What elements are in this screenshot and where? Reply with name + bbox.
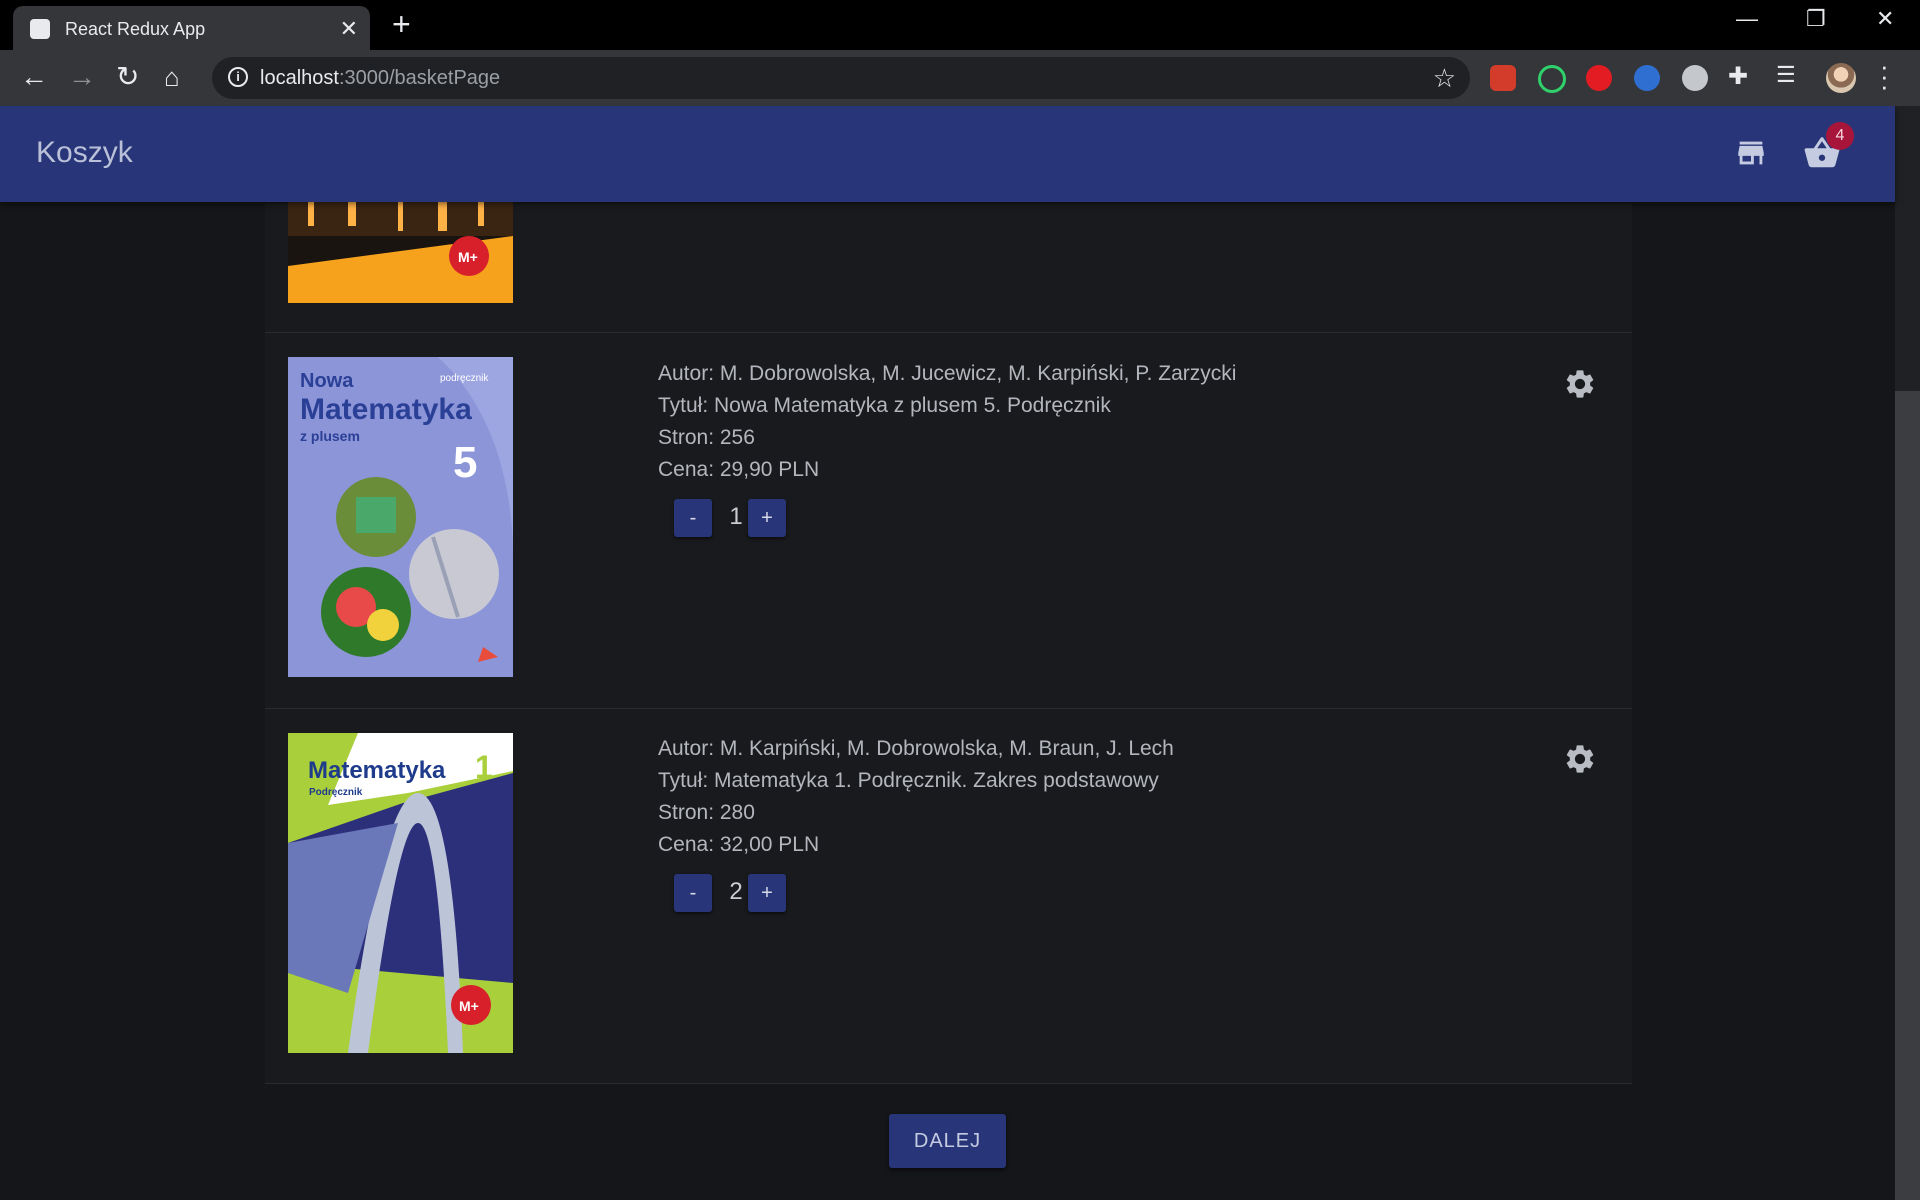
decrease-quantity-button[interactable]: - — [674, 499, 712, 537]
address-bar[interactable]: i localhost:3000/basketPage ☆ — [212, 57, 1470, 99]
extension-icon[interactable] — [1490, 65, 1516, 91]
store-icon[interactable] — [1734, 136, 1768, 170]
extension-eyes-icon[interactable] — [1634, 65, 1660, 91]
browser-tabstrip: React Redux App ✕ + — ❐ ✕ — [0, 0, 1920, 50]
decrease-quantity-button[interactable]: - — [674, 874, 712, 912]
media-control-icon[interactable]: ☰ — [1776, 62, 1796, 88]
book-price: Cena: 32,00 PLN — [658, 833, 820, 856]
profile-avatar[interactable] — [1826, 63, 1856, 93]
close-window-icon[interactable]: ✕ — [1876, 6, 1894, 32]
book-title: Tytuł: Matematyka 1. Podręcznik. Zakres … — [658, 769, 1159, 792]
extensions-puzzle-icon[interactable]: ✚ — [1728, 62, 1748, 91]
quantity-value: 1 — [729, 503, 743, 530]
cover-tag: podręcznik — [440, 373, 489, 384]
home-icon[interactable]: ⌂ — [164, 62, 180, 92]
book-author: Autor: M. Dobrowolska, M. Jucewicz, M. K… — [658, 362, 1237, 385]
react-favicon-icon — [30, 19, 50, 39]
page-title: Koszyk — [36, 136, 133, 169]
scrollbar-thumb[interactable] — [1895, 391, 1920, 1200]
gear-icon[interactable] — [1563, 367, 1597, 401]
site-info-icon[interactable]: i — [228, 67, 248, 87]
book-cover: Matematyka 1 Podręcznik M+ — [288, 733, 513, 1053]
book-price: Cena: 29,90 PLN — [658, 458, 820, 481]
book-cover: Nowa podręcznik Matematyka z plusem 5 — [288, 357, 513, 677]
cover-number: 1 — [475, 749, 493, 785]
quantity-value: 2 — [729, 878, 743, 905]
book-info: Autor: M. Karpiński, M. Dobrowolska, M. … — [658, 733, 1174, 861]
forward-arrow-icon[interactable]: → — [68, 62, 96, 92]
basket-count-badge: 4 — [1826, 122, 1854, 150]
close-tab-icon[interactable]: ✕ — [340, 16, 358, 42]
page-content: M+ Nowa podręcznik Matematyka z plusem 5 — [0, 106, 1920, 1200]
cover-line3: z plusem — [300, 428, 360, 444]
cover-line1: Nowa — [300, 370, 354, 392]
app-bar: Koszyk 4 — [0, 106, 1895, 202]
item-divider — [265, 332, 1632, 333]
cover-number: 5 — [453, 438, 477, 487]
book-info: Autor: M. Dobrowolska, M. Jucewicz, M. K… — [658, 358, 1236, 486]
svg-text:M+: M+ — [458, 249, 478, 265]
increase-quantity-button[interactable]: + — [748, 874, 786, 912]
extension-film-icon[interactable] — [1682, 65, 1708, 91]
extension-target-icon[interactable] — [1538, 65, 1566, 93]
restore-window-icon[interactable]: ❐ — [1806, 6, 1826, 32]
url-host: localhost — [260, 67, 339, 89]
book-title: Tytuł: Nowa Matematyka z plusem 5. Podrę… — [658, 394, 1111, 417]
url-path: :3000/basketPage — [338, 67, 501, 89]
browser-tab[interactable]: React Redux App ✕ — [13, 6, 370, 50]
tab-title: React Redux App — [65, 19, 206, 39]
extension-hand-icon[interactable] — [1586, 65, 1612, 91]
svg-text:M+: M+ — [459, 998, 479, 1014]
new-tab-button[interactable]: + — [392, 8, 411, 40]
gear-icon[interactable] — [1563, 742, 1597, 776]
next-button[interactable]: DALEJ — [889, 1114, 1006, 1168]
basket-list: M+ Nowa podręcznik Matematyka z plusem 5 — [265, 106, 1632, 1084]
item-divider — [265, 708, 1632, 709]
bookmark-star-icon[interactable]: ☆ — [1433, 63, 1456, 94]
book-pages: Stron: 256 — [658, 426, 755, 449]
browser-menu-icon[interactable]: · · · — [1880, 53, 1889, 99]
cover-tag: Podręcznik — [309, 787, 363, 798]
back-arrow-icon[interactable]: ← — [20, 62, 48, 92]
minimize-window-icon[interactable]: — — [1736, 6, 1758, 32]
reload-icon[interactable]: ↻ — [116, 62, 139, 92]
book-pages: Stron: 280 — [658, 801, 755, 824]
book-author: Autor: M. Karpiński, M. Dobrowolska, M. … — [658, 737, 1174, 760]
item-divider — [265, 1083, 1632, 1084]
increase-quantity-button[interactable]: + — [748, 499, 786, 537]
browser-toolbar: ← → ↻ ⌂ i localhost:3000/basketPage ☆ ✚ … — [0, 50, 1920, 106]
cover-line2: Matematyka — [300, 393, 472, 426]
cover-line1: Matematyka — [308, 757, 446, 784]
url-text[interactable]: localhost:3000/basketPage — [260, 67, 500, 90]
